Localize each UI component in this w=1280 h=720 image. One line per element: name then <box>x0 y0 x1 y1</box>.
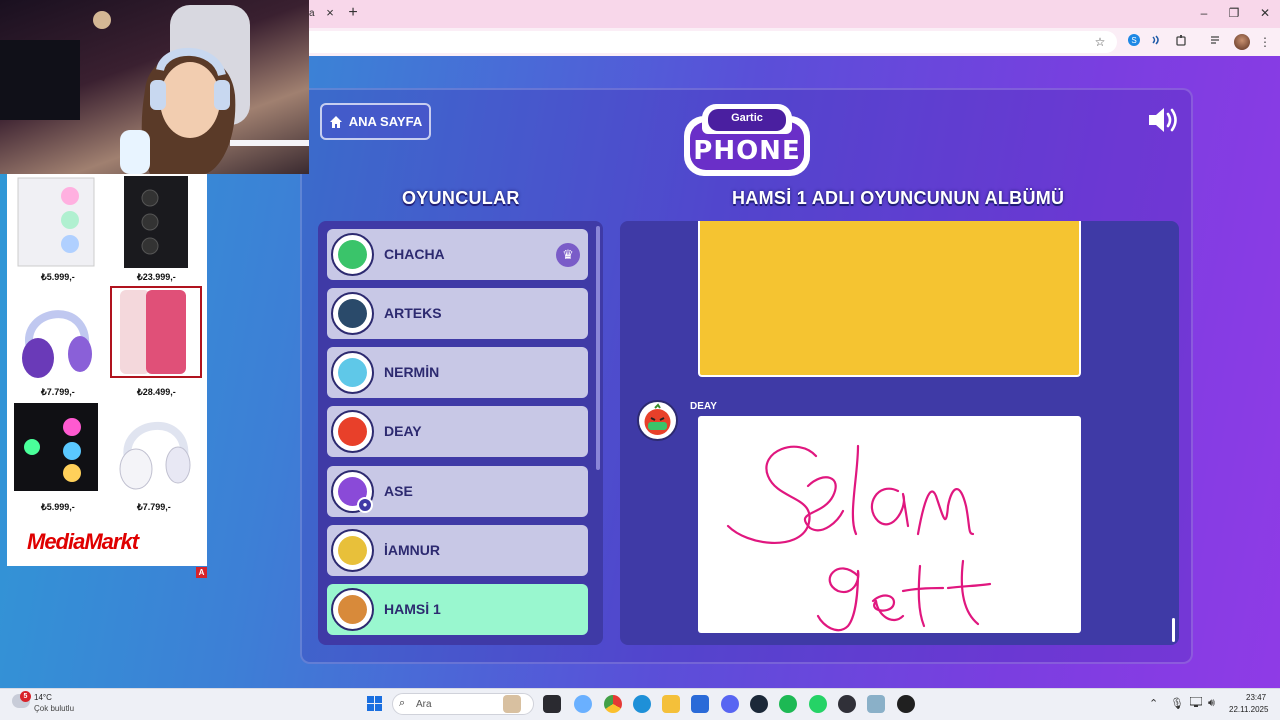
entry-author-name: DEAY <box>690 401 717 412</box>
address-bar[interactable] <box>309 31 1117 53</box>
home-button-label: ANA SAYFA <box>348 114 423 129</box>
tab-close-icon[interactable]: × <box>322 5 338 21</box>
player-card-chacha[interactable]: CHACHA ♛ <box>327 229 588 280</box>
volume-icon[interactable]: 🔊︎ <box>1208 697 1215 710</box>
ad-price: ₺23.999,- <box>137 272 176 282</box>
discord-icon[interactable] <box>721 695 739 713</box>
clock-date[interactable]: 22.11.2025 <box>1229 705 1268 714</box>
player-avatar <box>331 410 374 453</box>
extension-skype-icon[interactable]: S <box>1125 33 1143 51</box>
headset-white-image <box>119 421 191 490</box>
search-icon: ⌕ <box>399 697 406 709</box>
microphone-icon[interactable]: 🎙︎ <box>1170 697 1184 710</box>
obs-icon[interactable] <box>838 695 856 713</box>
mediamarkt-logo: MediaMarkt <box>27 529 139 554</box>
tab-title-fragment[interactable]: a <box>309 8 315 19</box>
new-tab-button[interactable]: + <box>344 4 362 22</box>
player-name: DEAY <box>384 423 422 439</box>
ad-price: ₺5.999,- <box>41 272 75 282</box>
settings-gear-icon[interactable] <box>867 695 885 713</box>
drawing-canvas <box>698 416 1081 633</box>
user-badge-icon: ● <box>357 497 373 513</box>
players-heading: OYUNCULAR <box>402 188 520 208</box>
steam-icon[interactable] <box>750 695 768 713</box>
speaker-icon[interactable] <box>1146 104 1182 136</box>
ad-price: ₺28.499,- <box>137 387 176 397</box>
restore-button[interactable]: ❐ <box>1223 4 1245 22</box>
copilot-icon[interactable] <box>574 695 592 713</box>
album-heading: HAMSİ 1 ADLI OYUNCUNUN ALBÜMÜ <box>732 188 1065 208</box>
store-icon[interactable] <box>691 695 709 713</box>
home-button[interactable]: ANA SAYFA <box>320 103 431 140</box>
ad-marker-icon[interactable]: A <box>196 567 207 578</box>
browser-tab-strip <box>309 0 1280 28</box>
clock-time[interactable]: 23:47 <box>1246 693 1266 702</box>
minimize-button[interactable]: – <box>1193 4 1215 22</box>
player-name: İAMNUR <box>384 542 440 558</box>
edge-icon[interactable] <box>633 695 651 713</box>
player-card-nermin[interactable]: NERMİN <box>327 347 588 398</box>
logo-text-phone: PHONE <box>693 136 801 166</box>
players-scrollbar[interactable] <box>596 226 600 470</box>
gartic-phone-logo: Gartic PHONE <box>684 102 810 178</box>
media-controls-icon[interactable] <box>1207 33 1225 51</box>
ad-price: ₺5.999,- <box>41 502 75 512</box>
crown-icon: ♛ <box>556 243 580 267</box>
browser-menu-icon[interactable]: ⋮ <box>1256 33 1274 51</box>
app-g-icon[interactable] <box>897 695 915 713</box>
read-aloud-icon[interactable] <box>1148 33 1166 51</box>
logo-text-gartic: Gartic <box>731 112 763 124</box>
player-name: ASE <box>384 483 413 499</box>
home-icon <box>329 115 342 128</box>
task-view-icon[interactable] <box>543 695 561 713</box>
pc-case-black-image <box>124 176 188 268</box>
player-name: NERMİN <box>384 364 440 380</box>
weather-temperature[interactable]: 14°C <box>34 693 52 702</box>
iphone-pink-image <box>110 286 202 378</box>
file-explorer-icon[interactable] <box>662 695 680 713</box>
entry-author-avatar <box>637 400 678 441</box>
tray-chevron-up-icon[interactable]: ⌃ <box>1149 697 1158 710</box>
weather-badge: 5 <box>20 691 31 702</box>
webcam-overlay <box>0 0 309 174</box>
whatsapp-icon[interactable] <box>809 695 827 713</box>
player-avatar <box>331 233 374 276</box>
player-avatar <box>331 588 374 631</box>
player-card-hamsi-1[interactable]: HAMSİ 1 <box>327 584 588 635</box>
weather-description[interactable]: Çok bulutlu <box>34 704 74 713</box>
ad-price: ₺7.799,- <box>41 387 75 397</box>
extensions-puzzle-icon[interactable] <box>1172 33 1190 51</box>
ad-price: ₺7.799,- <box>137 502 171 512</box>
pc-case-rgb-image <box>14 403 98 491</box>
screen: a × + – ❐ ✕ ☆ S ⋮ ANA SAYFA Gartic PHONE… <box>0 0 1280 720</box>
player-avatar <box>331 351 374 394</box>
chrome-icon[interactable] <box>604 695 622 713</box>
close-window-button[interactable]: ✕ <box>1254 4 1276 22</box>
player-card-deay[interactable]: DEAY <box>327 406 588 457</box>
svg-text:S: S <box>1131 36 1136 45</box>
player-card-ase[interactable]: ● ASE <box>327 466 588 517</box>
player-avatar <box>331 529 374 572</box>
player-avatar <box>331 292 374 335</box>
player-name: CHACHA <box>384 246 445 262</box>
profile-avatar[interactable] <box>1234 34 1250 50</box>
pc-case-white-image <box>17 177 95 267</box>
album-scrollbar[interactable] <box>1172 618 1175 642</box>
player-name: ARTEKS <box>384 305 442 321</box>
player-card-iamnur[interactable]: İAMNUR <box>327 525 588 576</box>
headset-purple-image <box>22 310 92 378</box>
player-name: HAMSİ 1 <box>384 601 441 617</box>
album-card-previous <box>698 221 1081 377</box>
spotify-icon[interactable] <box>779 695 797 713</box>
network-icon[interactable] <box>1189 696 1203 710</box>
player-card-arteks[interactable]: ARTEKS <box>327 288 588 339</box>
bookmark-star-icon[interactable]: ☆ <box>1091 33 1109 51</box>
taskbar-search-placeholder: Ara <box>416 699 432 710</box>
search-highlight-icon[interactable] <box>503 695 521 713</box>
start-windows-icon[interactable] <box>367 696 383 712</box>
